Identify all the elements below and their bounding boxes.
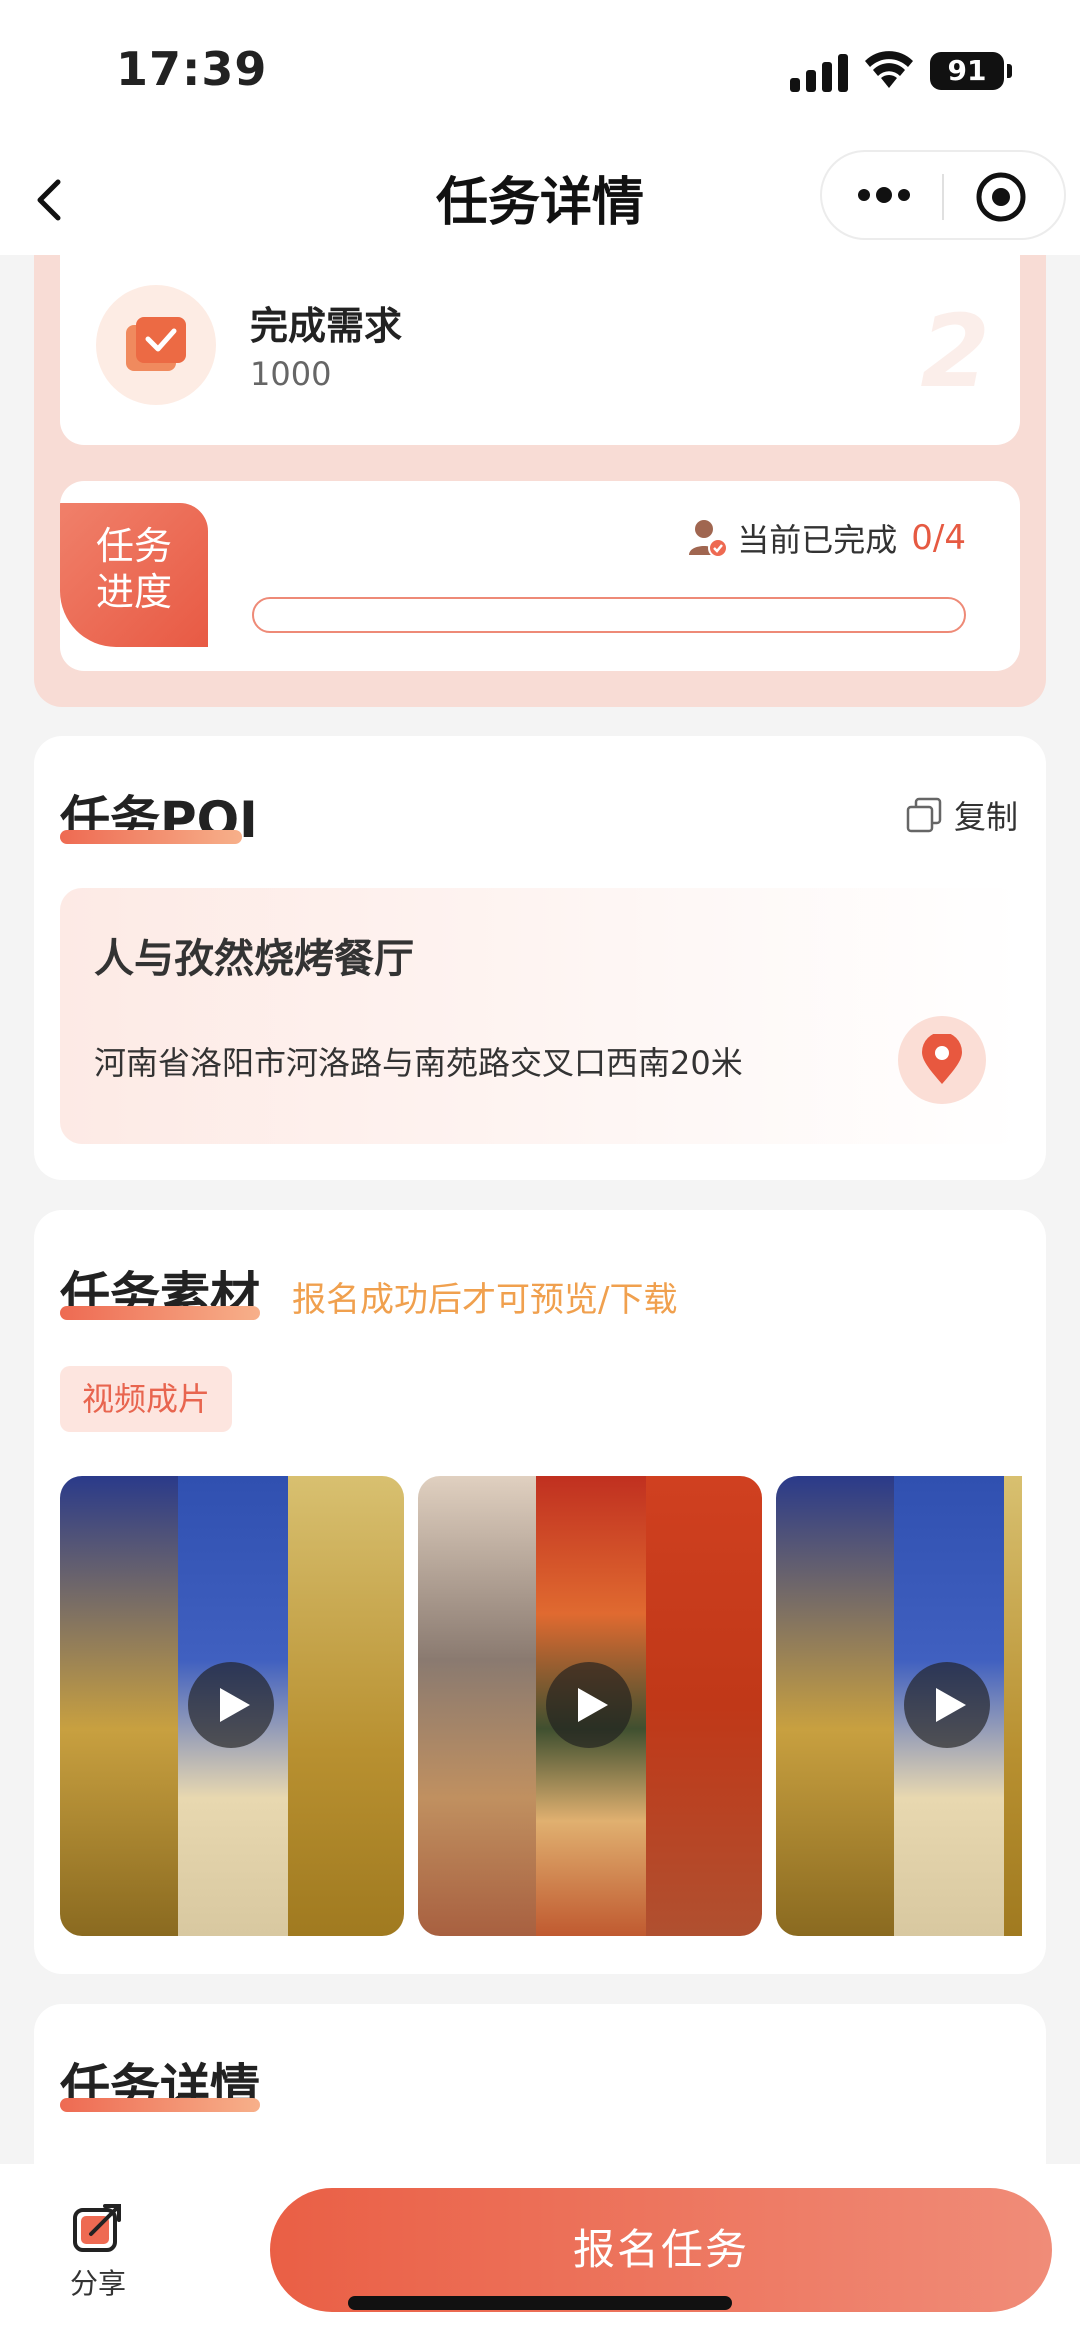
close-target-icon[interactable] (974, 170, 1028, 224)
cellular-signal-icon (790, 52, 848, 92)
progress-tag-line2: 进度 (95, 570, 172, 614)
video-thumbnail[interactable] (60, 1476, 404, 1936)
signup-button[interactable]: 报名任务 (270, 2188, 1052, 2312)
user-check-icon (689, 520, 729, 558)
video-thumbnail[interactable] (418, 1476, 762, 1936)
copy-label: 复制 (953, 798, 1018, 836)
battery-icon: 91 (930, 52, 1012, 90)
progress-tag: 任务 进度 (60, 503, 208, 647)
progress-count: 0/4 (911, 518, 966, 558)
requirement-value: 1000 (250, 355, 332, 393)
video-list (60, 1476, 1022, 1936)
material-hint: 报名成功后才可预览/下载 (292, 1280, 678, 1320)
capsule-divider (942, 174, 944, 220)
play-button[interactable] (188, 1662, 274, 1748)
location-button[interactable] (898, 1016, 986, 1104)
material-card: 任务素材 报名成功后才可预览/下载 视频成片 (34, 1210, 1046, 1974)
bottom-action-bar: 分享 报名任务 (0, 2164, 1080, 2337)
progress-bar (252, 597, 966, 633)
wifi-icon (865, 51, 913, 88)
progress-status: 当前已完成 0/4 (687, 515, 966, 561)
progress-card: 任务 进度 当前已完成 0/4 (60, 481, 1020, 671)
progress-status-label: 当前已完成 (737, 521, 898, 559)
status-bar: 17:39 91 (0, 0, 1080, 140)
detail-title-underline (60, 2098, 260, 2112)
requirement-label: 完成需求 (250, 304, 403, 348)
play-button[interactable] (904, 1662, 990, 1748)
task-progress-panel: 完成需求 1000 2 任务 进度 当前已完成 0/4 (34, 255, 1046, 707)
play-icon (578, 1688, 608, 1722)
poi-card: 任务POI 复制 人与孜然烧烤餐厅 河南省洛阳市河洛路与南苑路交叉口西南20米 (34, 736, 1046, 1180)
video-thumbnail[interactable] (776, 1476, 1022, 1936)
share-label: 分享 (69, 2267, 126, 2300)
poi-title-underline (60, 830, 242, 844)
requirement-card: 完成需求 1000 2 (60, 255, 1020, 445)
poi-name: 人与孜然烧烤餐厅 (94, 936, 414, 982)
requirement-icon-wrap (96, 285, 216, 405)
play-icon (220, 1688, 250, 1722)
miniprogram-capsule (820, 150, 1066, 240)
poi-info-box: 人与孜然烧烤餐厅 河南省洛阳市河洛路与南苑路交叉口西南20米 (60, 888, 1022, 1144)
progress-tag-line1: 任务 (95, 524, 172, 568)
play-button[interactable] (546, 1662, 632, 1748)
play-icon (936, 1688, 966, 1722)
copy-button[interactable]: 复制 (906, 792, 1018, 838)
material-title-underline (60, 1306, 260, 1320)
requirement-watermark: 2 (920, 293, 990, 410)
location-pin-icon (922, 1034, 962, 1084)
copy-icon (906, 797, 942, 833)
share-icon (73, 2204, 121, 2252)
share-button[interactable]: 分享 (60, 2200, 136, 2302)
nav-bar: 任务详情 (0, 140, 1080, 255)
home-indicator (348, 2296, 732, 2310)
poi-address: 河南省洛阳市河洛路与南苑路交叉口西南20米 (94, 1044, 743, 1082)
video-tag[interactable]: 视频成片 (60, 1366, 233, 1432)
task-check-icon (126, 317, 186, 371)
more-dots-icon[interactable] (854, 180, 914, 210)
status-time: 17:39 (116, 42, 268, 96)
